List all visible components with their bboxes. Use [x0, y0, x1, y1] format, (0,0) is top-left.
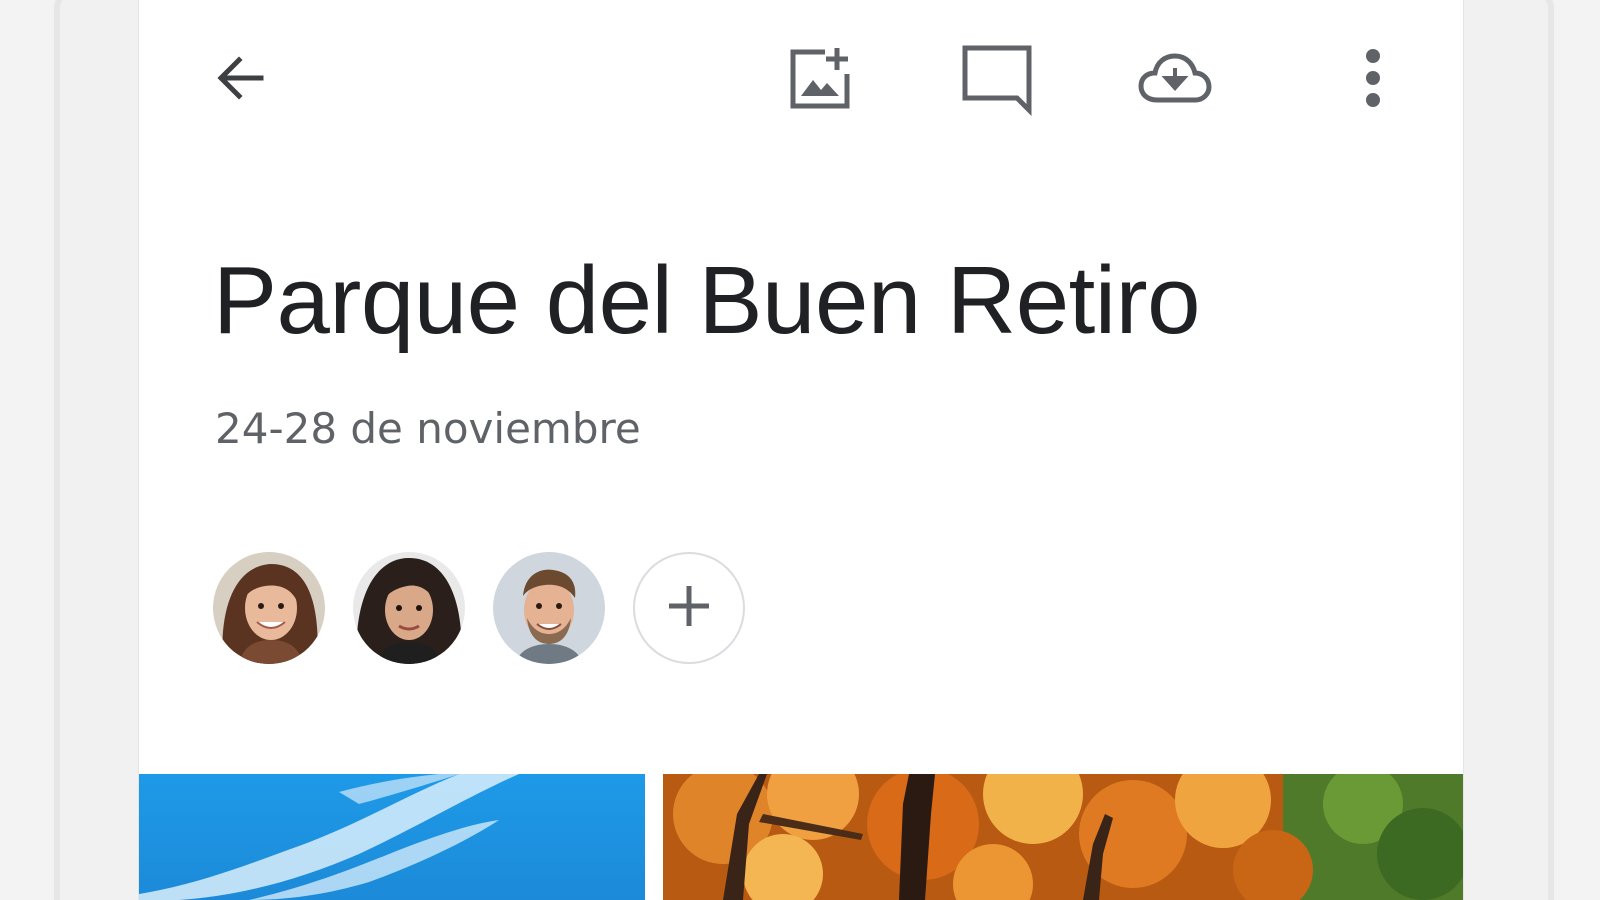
- app-stage: Parque del Buen Retiro 24-28 de noviembr…: [0, 0, 1600, 900]
- avatar[interactable]: [353, 552, 465, 664]
- top-toolbar: [139, 0, 1463, 160]
- comment-icon: [959, 40, 1035, 116]
- arrow-back-icon: [209, 46, 273, 110]
- cloud-download-icon: [1137, 48, 1213, 108]
- add-photo-icon: [783, 42, 855, 114]
- add-photo-button[interactable]: [779, 38, 859, 118]
- photo-grid: [139, 774, 1463, 900]
- avatar[interactable]: [493, 552, 605, 664]
- comment-button[interactable]: [957, 38, 1037, 118]
- back-button[interactable]: [201, 38, 281, 118]
- album-title: Parque del Buen Retiro: [213, 247, 1200, 354]
- avatar[interactable]: [213, 552, 325, 664]
- more-vertical-icon: [1363, 46, 1383, 110]
- more-options-button[interactable]: [1333, 38, 1413, 118]
- autumn-trees-photo[interactable]: [663, 774, 1463, 900]
- add-person-button[interactable]: [633, 552, 745, 664]
- download-button[interactable]: [1135, 38, 1215, 118]
- album-screen: Parque del Buen Retiro 24-28 de noviembr…: [138, 0, 1464, 900]
- blue-sky-photo[interactable]: [139, 774, 645, 900]
- album-date-range: 24-28 de noviembre: [215, 404, 641, 453]
- plus-icon: [665, 582, 713, 635]
